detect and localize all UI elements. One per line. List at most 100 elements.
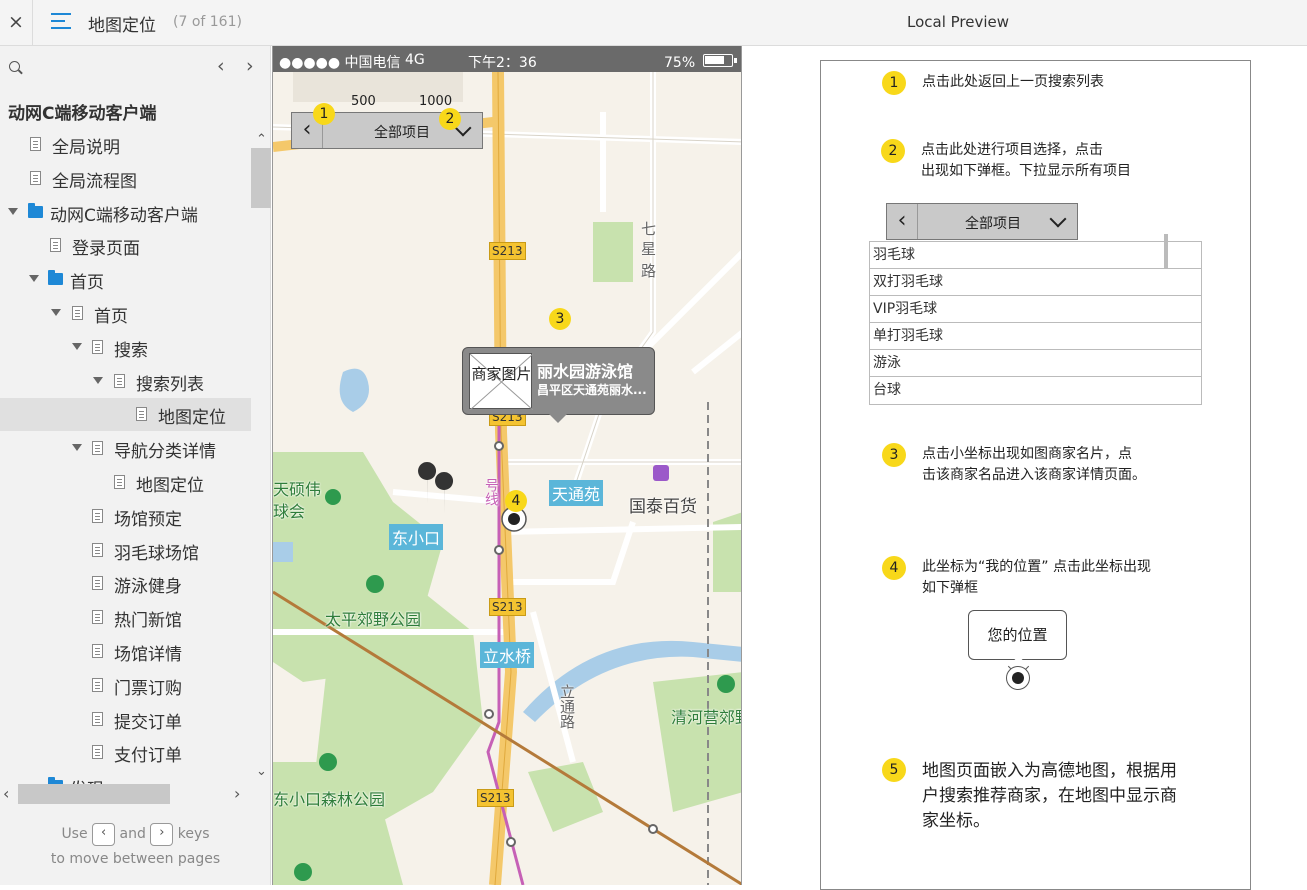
sidebar-item[interactable]: 场馆预定: [0, 500, 251, 533]
hamburger-menu-icon[interactable]: [51, 13, 71, 31]
map-label: 路: [641, 262, 657, 280]
options-scrollbar: [1164, 234, 1168, 268]
expand-arrow-icon[interactable]: [8, 207, 18, 215]
back-arrow-icon: ‹: [887, 204, 918, 239]
sidebar-item[interactable]: 搜索: [0, 331, 251, 364]
note-number: 3: [882, 443, 906, 467]
expand-arrow-icon[interactable]: [72, 444, 82, 452]
merchant-image-label: 商家图片: [471, 365, 532, 383]
page-count: (7 of 161): [173, 14, 242, 30]
dropdown-label: 全部项目: [965, 216, 1021, 232]
merchant-name[interactable]: 丽水园游泳馆: [537, 358, 633, 382]
sidebar-item[interactable]: 支付订单: [0, 736, 251, 769]
note-text: 点击此处返回上一页搜索列表: [922, 74, 1104, 90]
sidebar-item[interactable]: 游泳健身: [0, 567, 251, 600]
search-icon[interactable]: [9, 61, 20, 72]
close-button[interactable]: ×: [0, 0, 33, 45]
scroll-up-arrow-icon[interactable]: ⌃: [256, 132, 267, 147]
page-icon: [92, 542, 103, 557]
sidebar-item-label: 导航分类详情: [114, 442, 216, 463]
sidebar-item[interactable]: 热门新馆: [0, 601, 251, 634]
my-location-bubble: 您的位置: [968, 610, 1067, 660]
clock: 下午2：36: [468, 55, 537, 71]
map-canvas: [273, 72, 741, 885]
sidebar-item-label: 搜索列表: [136, 374, 204, 395]
map-view[interactable]: 七 星 路 S213 S213 S213 S213 天通苑 国泰百货 东小口 太…: [273, 72, 741, 885]
note-text: 点击此处进行项目选择，点击 出现如下弹框。下拉显示所有项目: [921, 142, 1131, 179]
station-label: 天通苑: [549, 480, 604, 506]
sidebar-item[interactable]: 登录页面: [0, 229, 251, 262]
page-icon: [92, 576, 103, 591]
scroll-left-arrow-icon[interactable]: ‹: [3, 784, 9, 803]
note-5: 5 地图页面嵌入为高德地图，根据用 户搜索推荐商家，在地图中显示商 家坐标。: [882, 758, 1177, 834]
sidebar-item-label: 游泳健身: [114, 577, 182, 598]
sidebar-item[interactable]: 导航分类详情: [0, 432, 251, 465]
folder-icon: [28, 202, 43, 218]
dropdown-label: 全部项目: [374, 125, 430, 141]
scale-label-500: 500: [351, 94, 376, 109]
station-label: 东小口: [389, 524, 444, 550]
sidebar-item-label: 地图定位: [136, 476, 204, 496]
page-icon: [92, 644, 103, 658]
scroll-down-arrow-icon[interactable]: ⌄: [256, 764, 267, 779]
carrier: ●●●●● 中国电信: [279, 55, 401, 71]
note-text: 点击小坐标出现如图商家名片，点 击该商家名品进入该商家详情页面。: [922, 446, 1146, 483]
sidebar-item[interactable]: 提交订单: [0, 703, 251, 736]
note-2: 2 点击此处进行项目选择，点击 出现如下弹框。下拉显示所有项目: [881, 139, 1131, 182]
sidebar-item[interactable]: 全局说明: [0, 128, 251, 161]
map-label: 星: [641, 240, 657, 258]
sidebar-item[interactable]: 首页: [0, 263, 251, 296]
note-number: 4: [882, 556, 906, 580]
sidebar-item-label: 场馆详情: [114, 645, 182, 665]
scrollbar-thumb[interactable]: [251, 148, 271, 208]
expand-arrow-icon[interactable]: [72, 342, 82, 350]
page-tree: 全局说明 全局流程图 动网C端移动客户端 登录页面 首页 首页 搜索 搜索列表 地图定位 导航分类…: [0, 128, 251, 788]
annotation-marker-2: 2: [439, 108, 461, 130]
sidebar-item[interactable]: 场馆详情: [0, 635, 251, 668]
page-icon: [114, 373, 125, 388]
station-label: 立水桥: [480, 642, 535, 668]
next-page-button[interactable]: ›: [246, 55, 254, 77]
horizontal-scrollbar[interactable]: ‹ ›: [0, 784, 251, 804]
sidebar-item[interactable]: 首页: [0, 297, 251, 330]
project-name: 动网C端移动客户端: [8, 104, 157, 124]
chevron-down-icon: [1049, 210, 1067, 228]
sidebar-item[interactable]: 动网C端移动客户端: [0, 196, 251, 229]
page-icon: [114, 475, 125, 489]
sidebar-item[interactable]: 地图定位: [0, 466, 251, 499]
expand-arrow-icon[interactable]: [51, 309, 61, 316]
sidebar-item-label: 地图定位: [158, 408, 226, 429]
merchant-address: 昌平区天通苑丽水...: [537, 383, 647, 397]
annotation-marker-4: 4: [505, 490, 527, 512]
page-icon: [92, 339, 103, 354]
scroll-right-arrow-icon[interactable]: ›: [234, 784, 240, 803]
option-item: 台球: [873, 382, 901, 398]
sidebar-item[interactable]: 全局流程图: [0, 162, 251, 195]
sidebar-item[interactable]: 羽毛球场馆: [0, 534, 251, 567]
prev-page-button[interactable]: ‹: [217, 55, 225, 77]
page-icon: [136, 407, 147, 422]
merchant-card[interactable]: 商家图片 丽水园游泳馆 昌平区天通苑丽水...: [462, 347, 655, 423]
sidebar-item-label: 热门新馆: [114, 611, 182, 632]
battery-icon: [703, 54, 737, 67]
sidebar-item-label: 支付订单: [114, 746, 182, 767]
sidebar-item-label: 搜索: [114, 340, 148, 361]
my-location-icon: [1006, 666, 1030, 690]
option-item: 单打羽毛球: [870, 323, 1201, 350]
map-label: 国泰百货: [629, 497, 697, 517]
expand-arrow-icon[interactable]: [29, 275, 39, 283]
sidebar-item-label: 提交订单: [114, 712, 182, 733]
expand-arrow-icon[interactable]: [93, 376, 103, 384]
sidebar-item[interactable]: 地图定位: [0, 398, 251, 432]
map-label: 清河营郊野: [671, 708, 741, 727]
option-item: 游泳: [870, 350, 1201, 377]
sidebar-item[interactable]: 搜索列表: [0, 365, 251, 398]
horizontal-scrollbar-thumb[interactable]: [18, 784, 170, 804]
project-options-list: 羽毛球 双打羽毛球 VIP羽毛球 单打羽毛球 游泳 台球: [869, 234, 1202, 405]
vertical-scrollbar[interactable]: ⌃ ⌄: [251, 128, 271, 788]
page-title: 地图定位: [88, 16, 156, 36]
map-label: 立通路: [558, 684, 576, 729]
sidebar-item[interactable]: 门票订购: [0, 669, 251, 702]
preview-title: Local Preview: [907, 13, 1010, 31]
annotation-marker-1: 1: [313, 103, 335, 125]
